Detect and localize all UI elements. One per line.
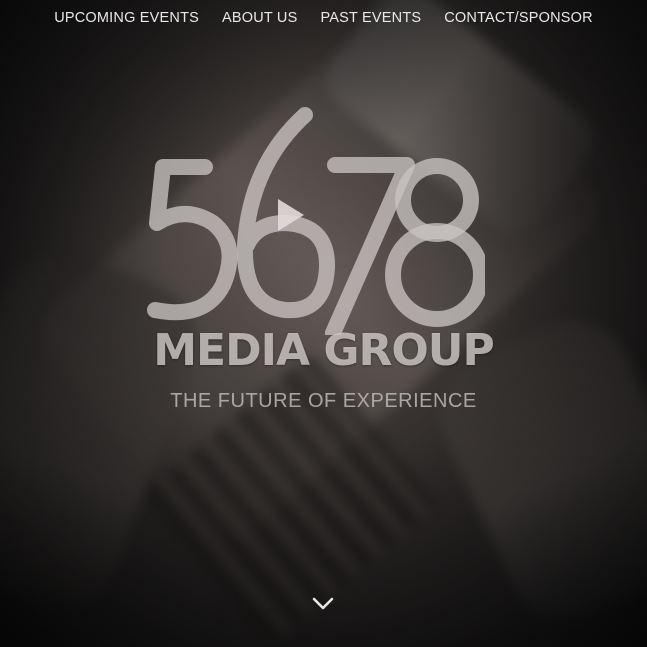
logo-brand-text: MEDIA GROUP: [153, 325, 494, 376]
logo-numerals: [147, 107, 485, 335]
play-icon: [278, 199, 304, 231]
main-navigation: UPCOMING EVENTS ABOUT US PAST EVENTS CON…: [0, 10, 647, 26]
nav-item-past-events[interactable]: PAST EVENTS: [320, 10, 421, 26]
company-logo: MEDIA GROUP THE FUTURE OF EXPERIENCE: [0, 95, 647, 425]
nav-item-contact-sponsor[interactable]: CONTACT/SPONSOR: [444, 10, 593, 26]
chevron-down-icon[interactable]: [311, 596, 335, 612]
nav-item-upcoming-events[interactable]: UPCOMING EVENTS: [54, 10, 199, 26]
nav-item-about-us[interactable]: ABOUT US: [222, 10, 297, 26]
hero-section: UPCOMING EVENTS ABOUT US PAST EVENTS CON…: [0, 0, 647, 647]
logo-tagline: THE FUTURE OF EXPERIENCE: [170, 390, 477, 412]
